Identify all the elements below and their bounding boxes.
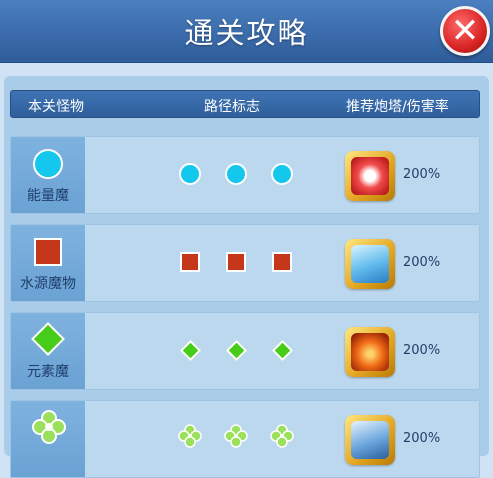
column-monster: 本关怪物	[28, 99, 84, 115]
monster-cell: 水源魔物	[11, 225, 85, 301]
path-mark-diamond-icon	[225, 339, 248, 362]
path-mark-square-icon	[272, 252, 292, 272]
path-mark-diamond-icon	[179, 339, 202, 362]
path-mark-square-icon	[180, 252, 200, 272]
flame-burst-tower-icon[interactable]	[345, 327, 395, 377]
square-icon	[34, 238, 62, 266]
close-icon: ✕	[450, 11, 480, 51]
damage-rate: 200%	[403, 431, 441, 446]
shield-tower-icon[interactable]	[345, 415, 395, 465]
column-path: 路径标志	[204, 99, 260, 115]
path-mark-clover-icon	[270, 424, 294, 448]
monster-row: 元素魔 200%	[10, 312, 480, 390]
column-header: 本关怪物 路径标志 推荐炮塔/伤害率	[10, 90, 480, 118]
path-mark-circle-icon	[225, 163, 247, 185]
path-mark-circle-icon	[271, 163, 293, 185]
clover-icon	[32, 410, 66, 444]
close-button[interactable]: ✕	[440, 6, 490, 56]
damage-rate: 200%	[403, 255, 441, 270]
diamond-icon	[31, 322, 65, 356]
path-mark-clover-icon	[224, 424, 248, 448]
path-mark-square-icon	[226, 252, 246, 272]
monster-row: 200%	[10, 400, 480, 478]
monster-cell	[11, 401, 85, 477]
path-mark-diamond-icon	[271, 339, 294, 362]
circle-icon	[33, 149, 63, 179]
damage-rate: 200%	[403, 167, 441, 182]
monster-row: 水源魔物 200%	[10, 224, 480, 302]
column-tower: 推荐炮塔/伤害率	[346, 99, 449, 115]
monster-row: 能量魔 200%	[10, 136, 480, 214]
ice-sword-tower-icon[interactable]	[345, 239, 395, 289]
monster-cell: 元素魔	[11, 313, 85, 389]
path-mark-clover-icon	[178, 424, 202, 448]
path-mark-circle-icon	[179, 163, 201, 185]
damage-rate: 200%	[403, 343, 441, 358]
monster-name: 能量魔	[27, 188, 69, 204]
fire-cannon-tower-icon[interactable]	[345, 151, 395, 201]
window-title: 通关攻略	[184, 16, 309, 50]
monster-name: 水源魔物	[20, 276, 76, 292]
monster-cell: 能量魔	[11, 137, 85, 213]
monster-name: 元素魔	[27, 364, 69, 380]
title-bar: 通关攻略 ✕	[0, 0, 493, 63]
